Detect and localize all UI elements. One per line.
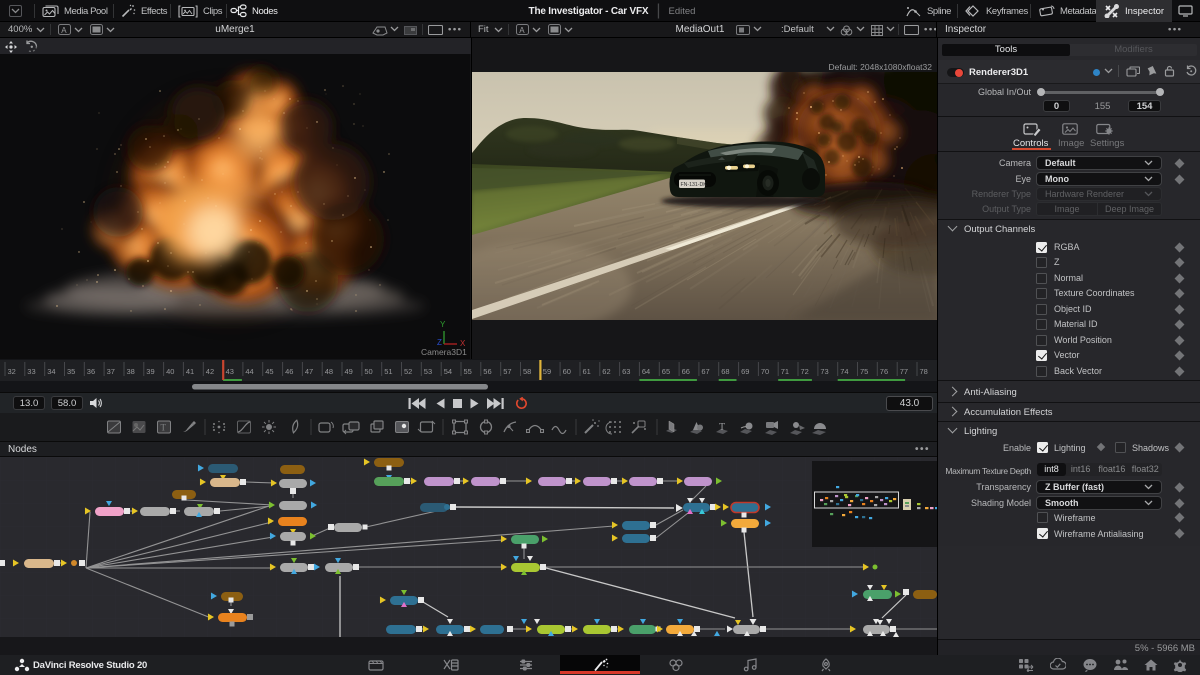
svg-text:T: T: [719, 422, 725, 433]
svg-text:42: 42: [206, 367, 214, 376]
svg-text:47: 47: [305, 367, 313, 376]
svg-text:48: 48: [325, 367, 333, 376]
svg-text:Camera3D1: Camera3D1: [421, 347, 467, 357]
svg-text:36: 36: [87, 367, 95, 376]
svg-text:67: 67: [701, 367, 709, 376]
svg-text:78: 78: [920, 367, 928, 376]
svg-text:41: 41: [186, 367, 194, 376]
svg-text:49: 49: [345, 367, 353, 376]
svg-text:51: 51: [384, 367, 392, 376]
svg-text:53: 53: [424, 367, 432, 376]
svg-text:Z: Z: [437, 338, 442, 347]
svg-text:FN-131-DK: FN-131-DK: [681, 182, 708, 188]
svg-text:44: 44: [245, 367, 253, 376]
svg-text:56: 56: [483, 367, 491, 376]
svg-text:65: 65: [662, 367, 670, 376]
svg-text:62: 62: [602, 367, 610, 376]
svg-text:76: 76: [880, 367, 888, 376]
svg-text:54: 54: [444, 367, 452, 376]
svg-text:A: A: [61, 26, 67, 35]
svg-text:34: 34: [47, 367, 55, 376]
svg-text:69: 69: [741, 367, 749, 376]
svg-text:57: 57: [503, 367, 511, 376]
svg-text:63: 63: [622, 367, 630, 376]
svg-text:50: 50: [364, 367, 372, 376]
svg-text:52: 52: [404, 367, 412, 376]
svg-text:A: A: [519, 26, 525, 35]
svg-text:Y: Y: [440, 320, 446, 329]
svg-text:55: 55: [464, 367, 472, 376]
svg-text:32: 32: [8, 367, 16, 376]
svg-text:35: 35: [67, 367, 75, 376]
svg-text:60: 60: [563, 367, 571, 376]
svg-text:40: 40: [166, 367, 174, 376]
svg-text:39: 39: [146, 367, 154, 376]
svg-text:72: 72: [801, 367, 809, 376]
svg-text:61: 61: [583, 367, 591, 376]
svg-text:43: 43: [226, 367, 234, 376]
svg-text:59: 59: [543, 367, 551, 376]
svg-text:33: 33: [27, 367, 35, 376]
svg-text:38: 38: [127, 367, 135, 376]
svg-text:T: T: [161, 423, 167, 433]
svg-text:37: 37: [107, 367, 115, 376]
svg-text:68: 68: [721, 367, 729, 376]
svg-text:64: 64: [642, 367, 650, 376]
svg-text:58: 58: [523, 367, 531, 376]
svg-text:45: 45: [265, 367, 273, 376]
svg-text:70: 70: [761, 367, 769, 376]
svg-text:74: 74: [840, 367, 848, 376]
svg-text:71: 71: [781, 367, 789, 376]
svg-text:66: 66: [682, 367, 690, 376]
svg-text:46: 46: [285, 367, 293, 376]
svg-text:73: 73: [820, 367, 828, 376]
svg-text:77: 77: [900, 367, 908, 376]
svg-text:75: 75: [860, 367, 868, 376]
